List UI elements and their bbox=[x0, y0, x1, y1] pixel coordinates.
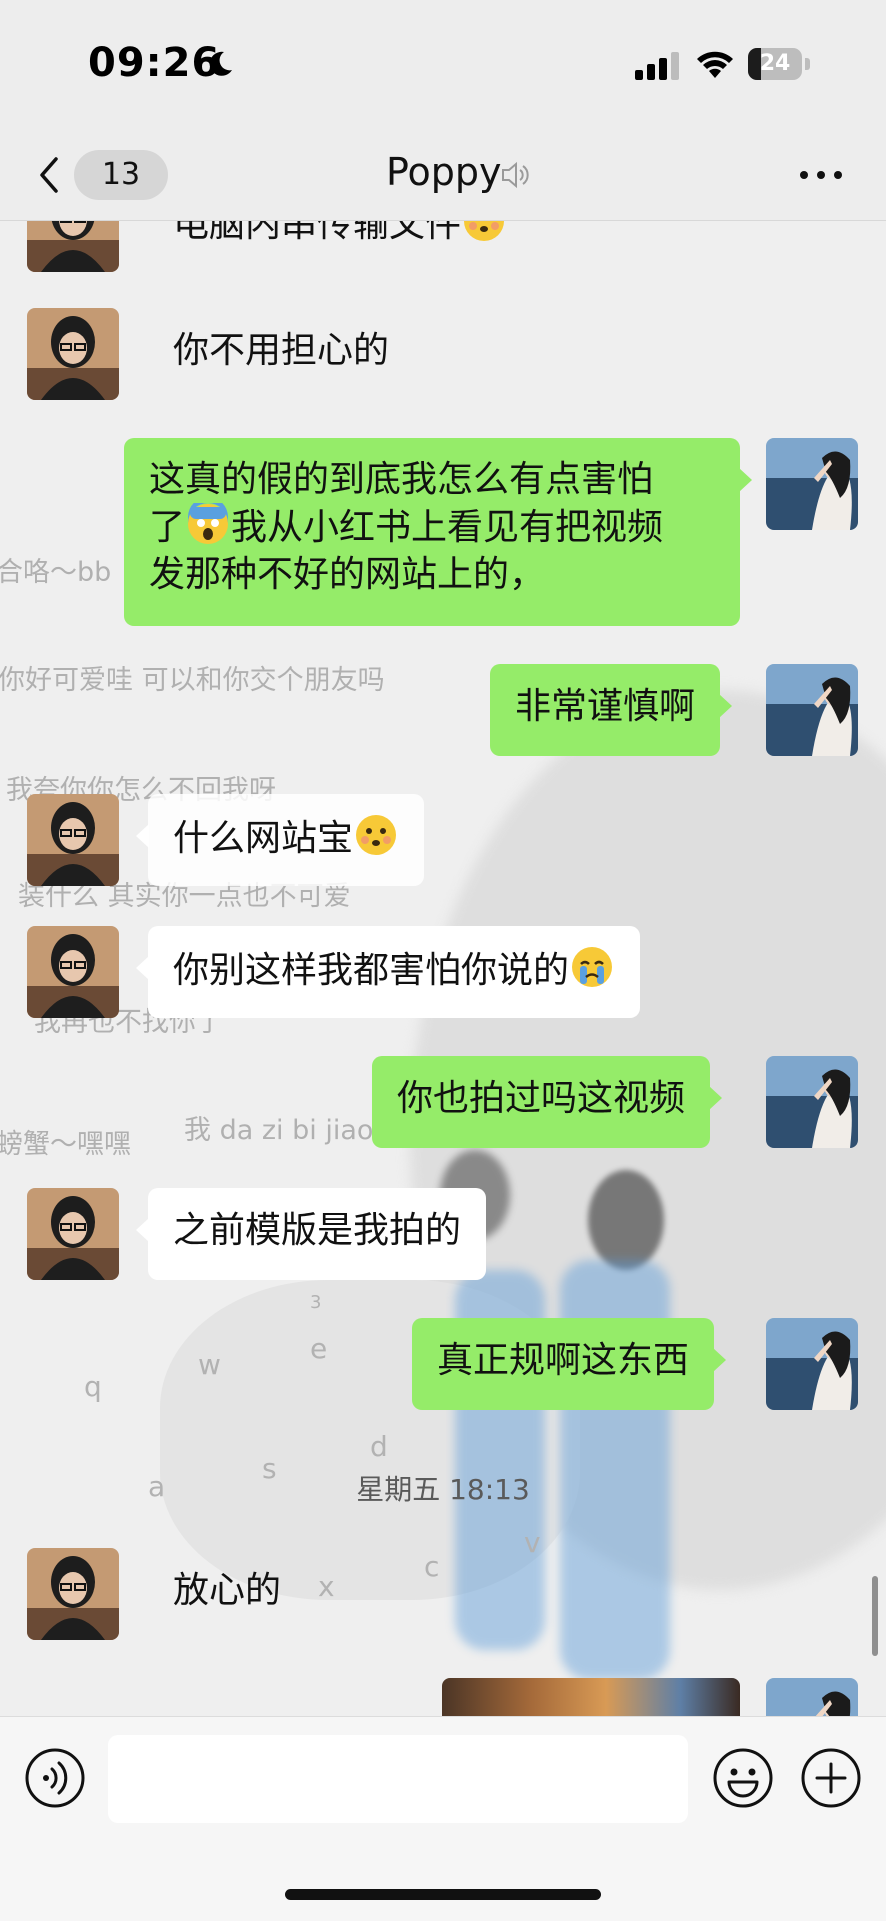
chat-message-list[interactable]: 合咯～bb 你好可爱哇 可以和你交个朋友吗 我夸你你怎么不回我呀 装什么 其实你… bbox=[0, 220, 886, 1716]
contact-avatar[interactable] bbox=[27, 794, 119, 886]
battery-icon: 24 bbox=[748, 48, 810, 80]
background-key: v bbox=[524, 1526, 541, 1559]
message-bubble-outgoing[interactable]: 你也拍过吗这视频 bbox=[372, 1056, 723, 1148]
background-text: 我 da zi bi jiao bbox=[184, 1115, 374, 1146]
contact-avatar[interactable] bbox=[27, 1188, 119, 1280]
background-key: x bbox=[318, 1570, 335, 1603]
home-indicator bbox=[285, 1889, 601, 1900]
chevron-left-icon bbox=[40, 157, 58, 193]
message-bubble-incoming[interactable]: 电脑内串传输文件 bbox=[148, 220, 532, 272]
plus-icon[interactable] bbox=[800, 1747, 862, 1809]
chat-title: Poppy bbox=[386, 150, 502, 194]
crying-face-emoji-icon bbox=[572, 947, 613, 987]
chat-header: 13 Poppy bbox=[0, 130, 886, 221]
moon-icon bbox=[209, 51, 232, 76]
message-input[interactable] bbox=[108, 1735, 688, 1823]
message-input-bar bbox=[0, 1716, 886, 1921]
message-bubble-outgoing[interactable]: 真正规啊这东西 bbox=[412, 1318, 727, 1410]
background-text: 你好可爱哇 可以和你交个朋友吗 bbox=[0, 665, 385, 696]
status-time: 09:26 bbox=[88, 40, 221, 86]
contact-avatar[interactable] bbox=[27, 1548, 119, 1640]
my-avatar[interactable] bbox=[766, 1318, 858, 1410]
mute-icon bbox=[502, 161, 529, 189]
unread-count-badge: 13 bbox=[74, 150, 168, 200]
signal-icon bbox=[635, 52, 679, 80]
message-bubble-outgoing[interactable]: 这真的假的到底我怎么有点害怕 了我从小红书上看见有把视频 发那种不好的网站上的， bbox=[124, 438, 752, 626]
message-bubble-incoming[interactable]: 之前模版是我拍的 bbox=[135, 1188, 487, 1280]
scream-face-emoji-icon bbox=[188, 503, 229, 544]
background-key: c bbox=[424, 1550, 440, 1583]
contact-avatar[interactable] bbox=[27, 308, 119, 400]
message-bubble-incoming[interactable]: 你别这样我都害怕你说的 bbox=[135, 926, 641, 1018]
message-bubble-outgoing[interactable]: 非常谨慎啊 bbox=[490, 664, 733, 756]
message-bubble-incoming[interactable]: 什么网站宝 bbox=[135, 794, 425, 886]
message-bubble-incoming[interactable]: 你不用担心的 bbox=[148, 308, 414, 400]
background-text: 螃蟹～嘿嘿 bbox=[0, 1129, 131, 1160]
background-key: 3 bbox=[310, 1292, 322, 1313]
scrollbar[interactable] bbox=[872, 1576, 878, 1656]
contact-avatar[interactable] bbox=[27, 220, 119, 272]
background-key: e bbox=[310, 1332, 328, 1365]
contact-avatar[interactable] bbox=[27, 926, 119, 1018]
more-icon[interactable] bbox=[796, 160, 846, 190]
battery-percent: 24 bbox=[759, 51, 791, 76]
voice-icon[interactable] bbox=[24, 1747, 86, 1809]
back-button[interactable]: 13 bbox=[30, 142, 168, 206]
message-bubble-incoming[interactable]: 放心的 bbox=[148, 1548, 306, 1640]
my-avatar[interactable] bbox=[766, 1056, 858, 1148]
wifi-icon bbox=[697, 51, 733, 78]
message-timestamp: 星期五 18:13 bbox=[356, 1473, 530, 1506]
shy-face-emoji-icon bbox=[356, 815, 397, 855]
background-key: q bbox=[84, 1370, 102, 1403]
background-key: w bbox=[198, 1348, 221, 1381]
status-bar: 09:26 24 bbox=[0, 0, 886, 130]
my-avatar[interactable] bbox=[766, 664, 858, 756]
background-text: 合咯～bb bbox=[0, 557, 112, 588]
shy-face-emoji-icon bbox=[464, 220, 505, 241]
image-message-preview[interactable] bbox=[442, 1678, 740, 1716]
my-avatar[interactable] bbox=[766, 1678, 858, 1716]
my-avatar[interactable] bbox=[766, 438, 858, 530]
emoji-icon[interactable] bbox=[712, 1747, 774, 1809]
background-key: d bbox=[370, 1430, 388, 1463]
